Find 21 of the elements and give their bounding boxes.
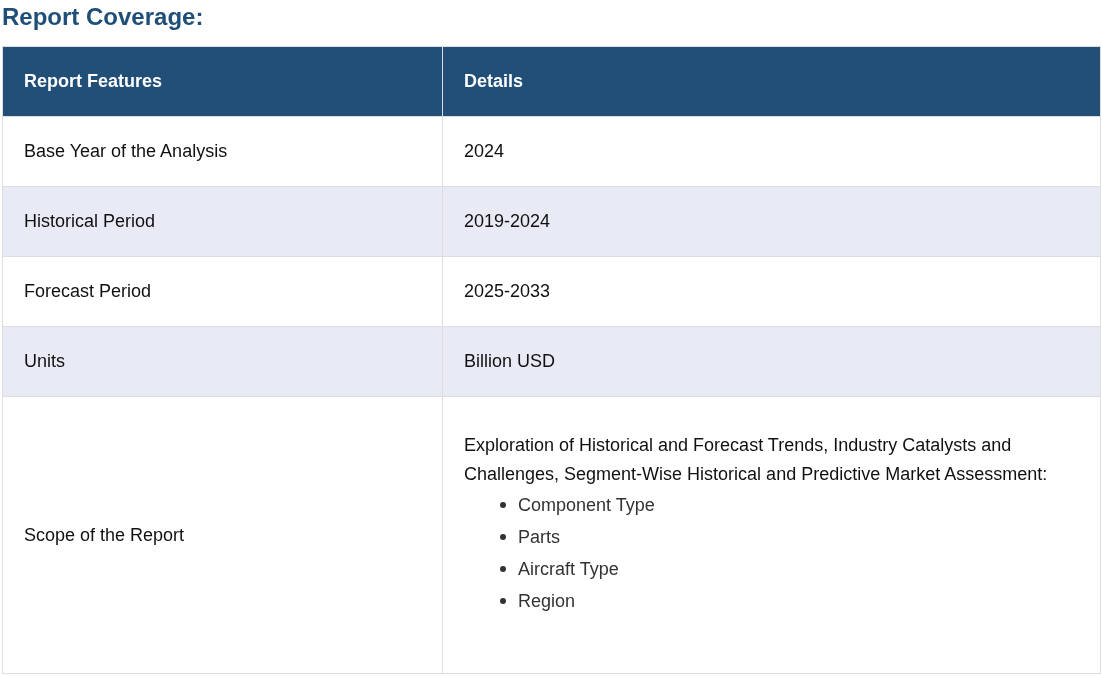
- bullet-icon: [500, 598, 506, 604]
- bullet-icon: [500, 502, 506, 508]
- table-cell: 2025-2033: [442, 256, 1101, 327]
- scope-item: Aircraft Type: [518, 558, 619, 580]
- table-cell: Billion USD: [442, 326, 1101, 397]
- section-heading: Report Coverage:: [2, 2, 205, 32]
- table-cell: 2019-2024: [442, 186, 1101, 257]
- table-cell: 2024: [442, 116, 1101, 187]
- table-cell: Forecast Period: [2, 256, 443, 327]
- scope-item: Component Type: [518, 494, 655, 516]
- column-header: Details: [442, 46, 1101, 117]
- bullet-icon: [500, 534, 506, 540]
- bullet-icon: [500, 566, 506, 572]
- table-cell: Base Year of the Analysis: [2, 116, 443, 187]
- scope-description: Exploration of Historical and Forecast Trends, Industry Catalysts and Challenges, Segment-Wise Historical and Predictive Market Assessment:: [464, 434, 1049, 486]
- table-cell: Scope of the Report: [2, 396, 443, 674]
- scope-item: Parts: [518, 526, 560, 548]
- column-header: Report Features: [2, 46, 443, 117]
- table-cell: Units: [2, 326, 443, 397]
- table-cell: Historical Period: [2, 186, 443, 257]
- scope-item: Region: [518, 590, 576, 612]
